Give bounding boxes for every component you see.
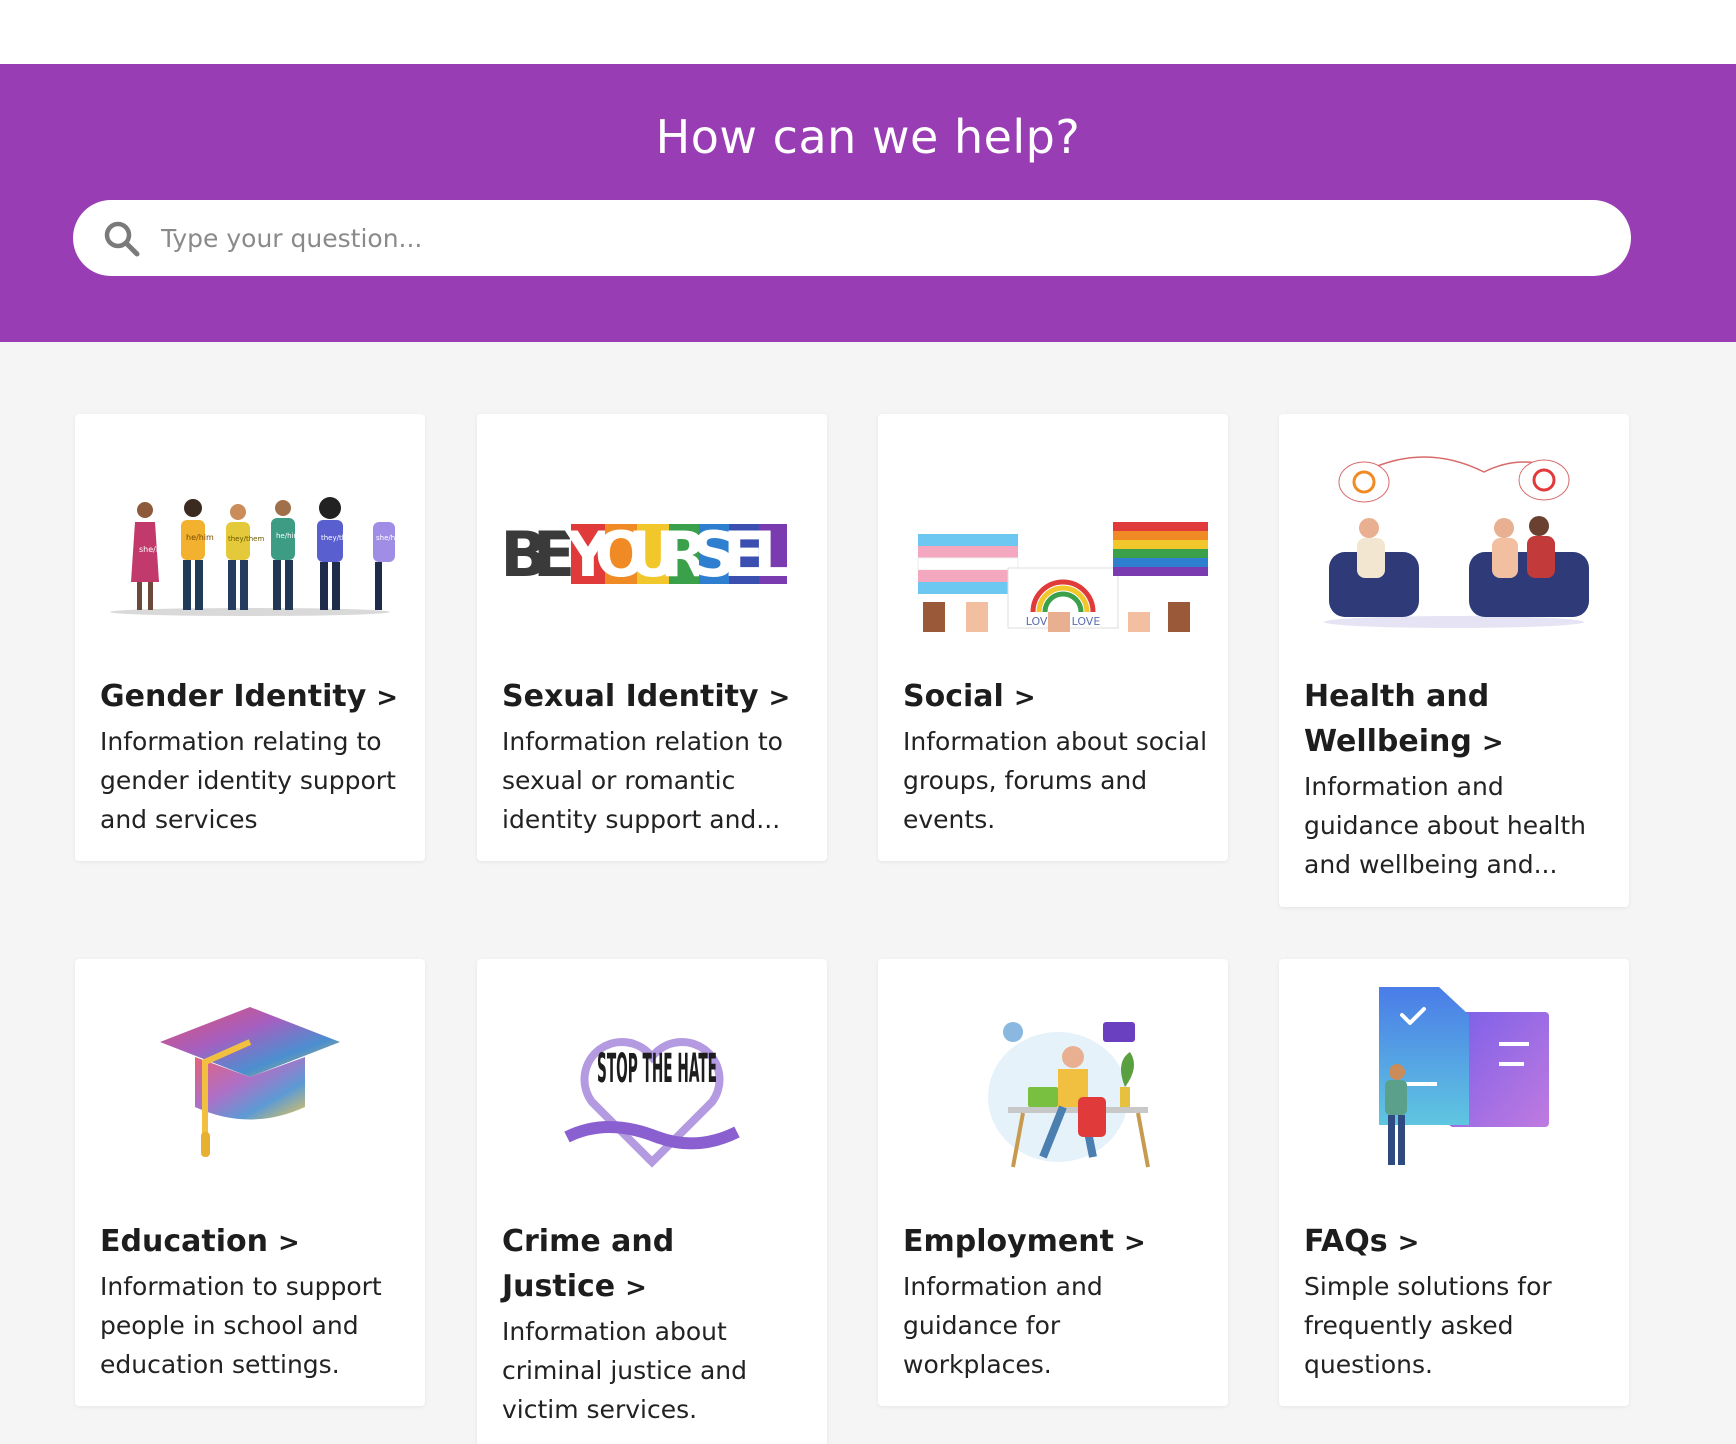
card-employment[interactable]: Employment > Information and guidance for… [878, 959, 1228, 1406]
pronoun-label: he/him [186, 533, 214, 542]
card-education[interactable]: Education > Information to support people… [75, 959, 425, 1406]
card-description: Information about social groups, forums … [903, 727, 1208, 834]
stop-the-hate-illustration: STOP THE HATE [564, 1038, 740, 1168]
top-bar [0, 0, 1736, 64]
be-yourself-rainbow-illustration: B E Y O U R S E L [500, 518, 793, 591]
card-description: Information to support people in school … [100, 1272, 382, 1379]
pronoun-label: she/her [139, 545, 170, 554]
search-bar[interactable] [73, 200, 1631, 276]
card-description: Information relation to sexual or romant… [502, 727, 783, 834]
card-description: Information about criminal justice and v… [502, 1317, 747, 1424]
card-title: Social > [903, 679, 1036, 714]
pride-flags-hands-illustration: LOVE IS LOVE [917, 522, 1208, 632]
card-sexual-identity[interactable]: B E Y O U R S E L Sexual Identity > Infor… [477, 414, 827, 861]
graduation-cap-illustration [160, 1007, 340, 1157]
pronoun-label: they/them [228, 535, 264, 543]
chevron-right-icon: > [277, 1228, 300, 1258]
card-title: Sexual Identity > [502, 679, 791, 714]
pronoun-label: he/him [276, 532, 300, 540]
help-hero: How can we help? [0, 64, 1736, 342]
chevron-right-icon: > [1013, 683, 1036, 713]
chevron-right-icon: > [376, 683, 399, 713]
chevron-right-icon: > [768, 683, 791, 713]
card-title: Gender Identity > [100, 679, 399, 714]
card-crime-justice[interactable]: STOP THE HATE Crime and Justice > Informa… [477, 959, 827, 1444]
remote-worker-illustration [988, 1022, 1150, 1168]
card-title: Crime and Justice > [502, 1224, 675, 1304]
card-social[interactable]: LOVE IS LOVE Social> Information about s… [878, 414, 1228, 861]
svg-text:L: L [753, 518, 793, 591]
card-description: Information relating to gender identity … [100, 727, 396, 834]
card-faqs[interactable]: FAQs > Simple solutions for frequently as… [1279, 959, 1629, 1406]
chevron-right-icon: > [625, 1273, 647, 1303]
pronoun-label: she/her [376, 534, 402, 542]
pronoun-label: they/them [321, 534, 357, 542]
card-title: Education > [100, 1224, 300, 1259]
card-title: Employment > [903, 1224, 1146, 1259]
card-title: Health and Wellbeing > [1304, 679, 1504, 759]
art-text: STOP THE HATE [597, 1046, 717, 1092]
card-description: Information and guidance about health an… [1304, 772, 1586, 879]
hero-title: How can we help? [655, 110, 1081, 164]
card-gender-identity[interactable]: she/her he/him they/them he/him they/the… [75, 414, 425, 861]
search-input[interactable] [161, 214, 1601, 262]
counselling-session-illustration [1324, 456, 1589, 628]
chevron-right-icon: > [1123, 1228, 1146, 1258]
card-health-wellbeing[interactable]: Health and Wellbeing > Information and gu… [1279, 414, 1629, 907]
chevron-right-icon: > [1481, 728, 1504, 758]
card-description: Information and guidance for workplaces. [903, 1272, 1103, 1379]
chevron-right-icon: > [1397, 1228, 1420, 1258]
documents-checklist-illustration [1379, 987, 1549, 1165]
card-description: Simple solutions for frequently asked qu… [1304, 1272, 1552, 1379]
search-icon [104, 221, 140, 257]
card-title: FAQs > [1304, 1224, 1420, 1259]
people-pronouns-illustration: she/her he/him they/them he/him they/the… [110, 497, 402, 616]
